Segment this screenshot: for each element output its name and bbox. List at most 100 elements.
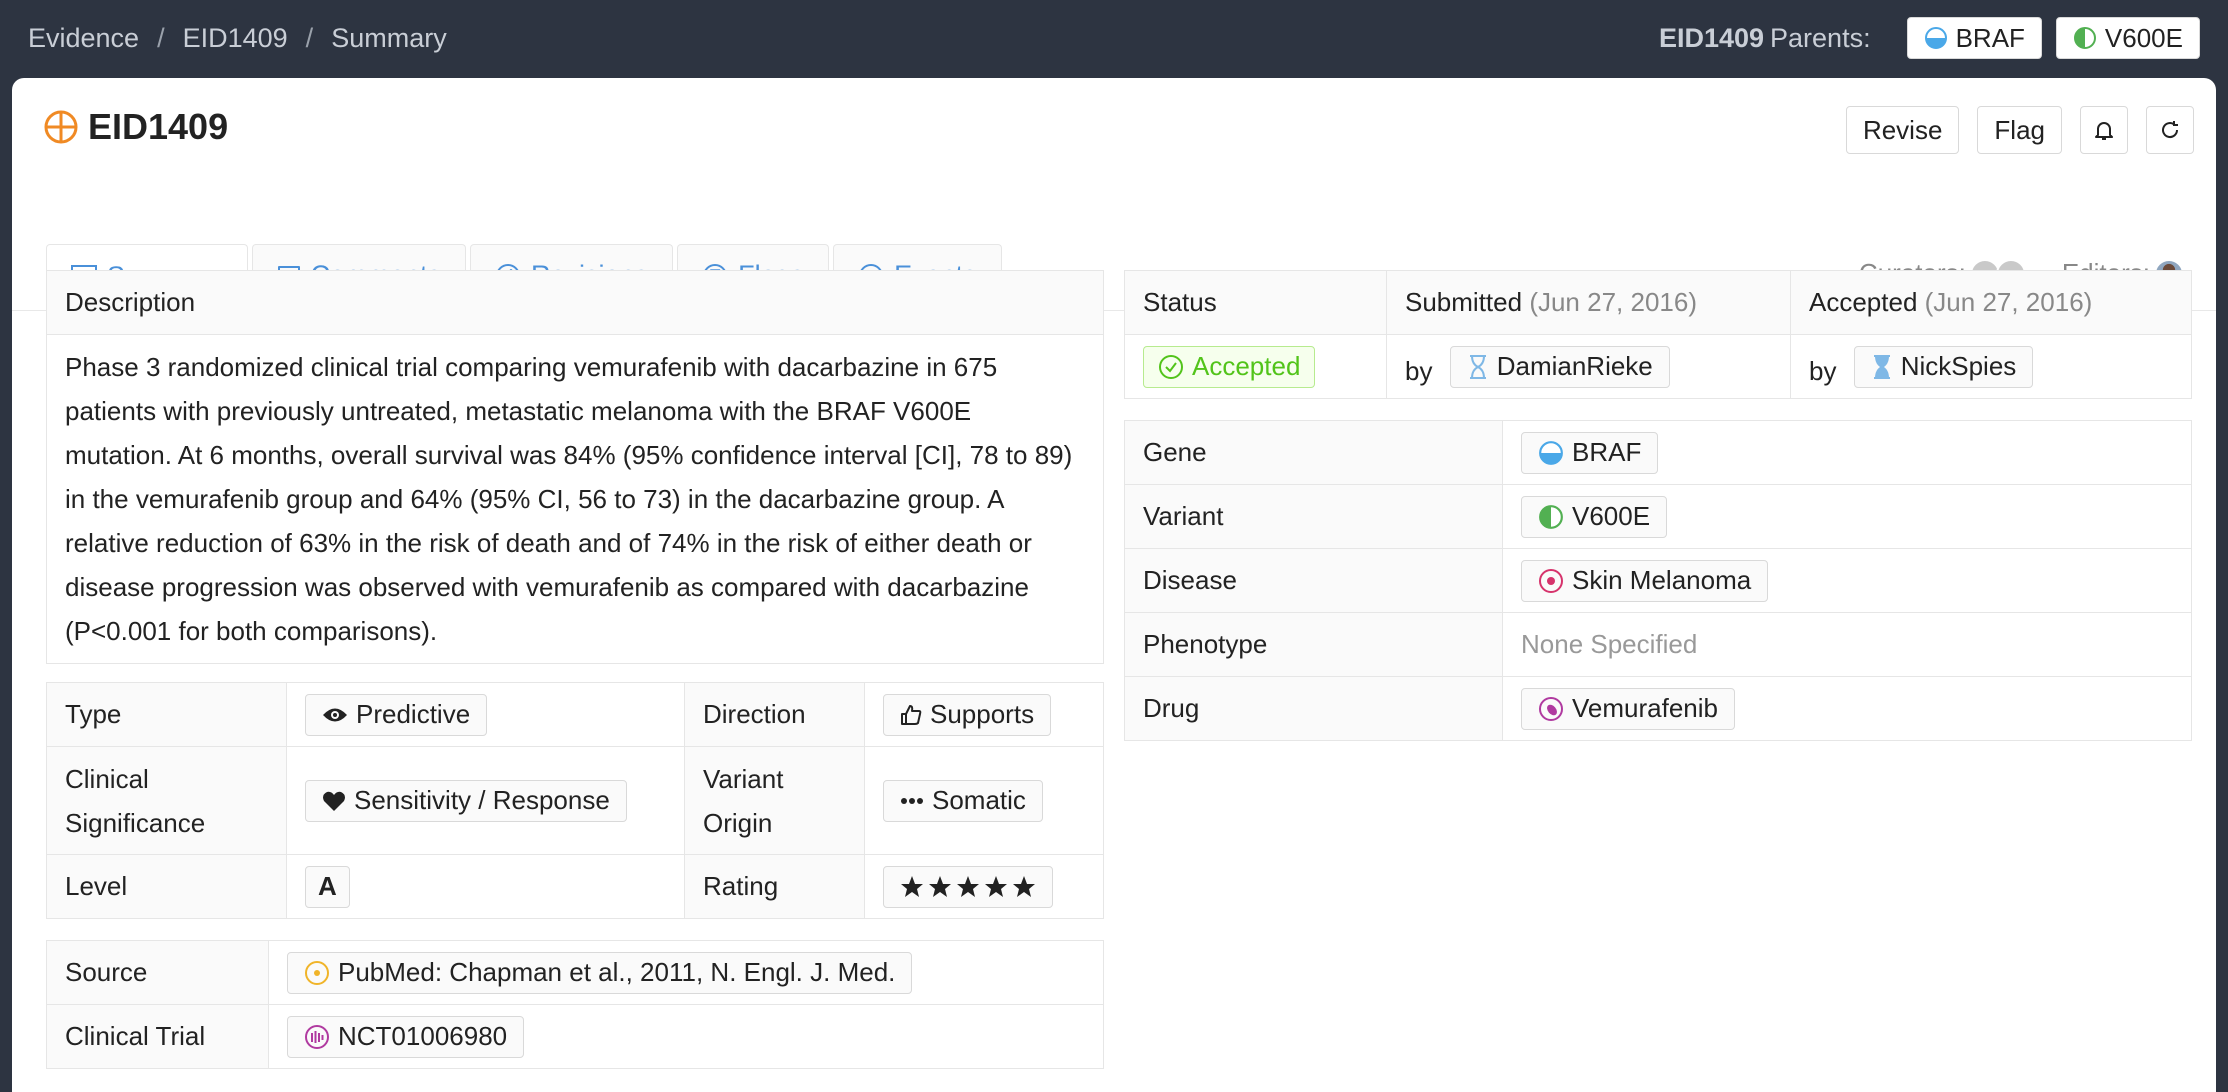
source-tag[interactable]: PubMed: Chapman et al., 2011, N. Engl. J…: [287, 951, 913, 994]
accepter-name: NickSpies: [1900, 351, 2017, 381]
direction-label: Direction: [684, 682, 865, 747]
gene-label: Gene: [1124, 420, 1503, 485]
accepted-label: Accepted: [1809, 287, 1918, 317]
origin-label: Variant Origin: [684, 746, 865, 855]
parent-gene-label: BRAF: [1955, 22, 2025, 53]
type-tag[interactable]: Predictive: [305, 693, 488, 736]
thumbs-up-icon: [900, 704, 922, 726]
description-panel: Description Phase 3 randomized clinical …: [46, 270, 1104, 664]
status-table: Status Submitted (Jun 27, 2016) Accepted…: [1124, 270, 2192, 399]
breadcrumb-eid[interactable]: EID1409: [183, 23, 288, 54]
origin-value: Somatic: [932, 785, 1026, 815]
submitted-label: Submitted: [1405, 287, 1523, 317]
table-row: Level A Rating: [46, 854, 1104, 919]
accepted-by: by: [1809, 355, 1837, 386]
direction-value: Supports: [930, 699, 1035, 729]
table-row: Phenotype None Specified: [1124, 612, 2192, 677]
refresh-button[interactable]: [2146, 106, 2194, 154]
user-icon: [1871, 354, 1893, 380]
significance-label: Clinical Significance: [46, 746, 287, 855]
variant-icon: [1538, 504, 1564, 530]
clinical-trial-icon: [304, 1024, 330, 1050]
gene-tag[interactable]: BRAF: [1521, 431, 1659, 474]
significance-value: Sensitivity / Response: [354, 785, 610, 815]
disease-label: Disease: [1124, 548, 1503, 613]
submitter-name: DamianRieke: [1496, 351, 1653, 381]
eye-icon: [322, 706, 348, 724]
origin-tag[interactable]: Somatic: [883, 779, 1043, 822]
table-row: Clinical Significance Sensitivity / Resp…: [46, 746, 1104, 855]
variant-value: V600E: [1572, 501, 1651, 531]
accepter-tag[interactable]: NickSpies: [1853, 345, 2034, 388]
subscribe-button[interactable]: [2080, 106, 2128, 154]
level-label: Level: [46, 854, 287, 919]
header-actions: Revise Flag: [1845, 106, 2194, 154]
table-row: Accepted by DamianRieke by NickSpies: [1124, 334, 2192, 399]
check-circle-icon: [1158, 354, 1184, 380]
breadcrumb-separator: /: [157, 22, 165, 53]
accepted-date: (Jun 27, 2016): [1924, 287, 2093, 317]
refresh-icon: [2158, 118, 2182, 142]
rating-label: Rating: [684, 854, 865, 919]
variant-icon: [2073, 26, 2097, 50]
evidence-icon: [44, 110, 78, 144]
phenotype-label: Phenotype: [1124, 612, 1503, 677]
title-text: EID1409: [88, 106, 229, 147]
drug-tag[interactable]: Vemurafenib: [1521, 687, 1735, 730]
table-row: Type Predictive Direction Supports: [46, 682, 1104, 747]
direction-tag[interactable]: Supports: [883, 693, 1052, 736]
submitted-date: (Jun 27, 2016): [1529, 287, 1697, 317]
flag-button[interactable]: Flag: [1977, 106, 2062, 154]
level-tag[interactable]: A: [305, 865, 350, 908]
significance-tag[interactable]: Sensitivity / Response: [305, 779, 627, 822]
trial-value: NCT01006980: [338, 1021, 508, 1051]
phenotype-value: None Specified: [1502, 612, 2192, 677]
disease-tag[interactable]: Skin Melanoma: [1521, 559, 1769, 602]
heart-icon: [322, 790, 346, 812]
trial-tag[interactable]: NCT01006980: [287, 1015, 525, 1058]
source-value: PubMed: Chapman et al., 2011, N. Engl. J…: [338, 957, 896, 987]
parents-label: Parents:: [1770, 22, 1871, 53]
drug-value: Vemurafenib: [1572, 693, 1718, 723]
description-text: Phase 3 randomized clinical trial compar…: [65, 352, 1073, 646]
table-row: Source PubMed: Chapman et al., 2011, N. …: [46, 940, 1104, 1005]
type-value: Predictive: [356, 699, 471, 729]
star-icon: [985, 875, 1007, 897]
parent-variant-tag[interactable]: V600E: [2055, 17, 2200, 59]
table-row: Variant V600E: [1124, 484, 2192, 549]
ellipsis-icon: [900, 797, 924, 805]
submitted-by: by: [1405, 355, 1433, 386]
bell-icon: [2092, 118, 2116, 142]
breadcrumb: Evidence / EID1409 / Summary: [28, 23, 447, 54]
breadcrumb-evidence[interactable]: Evidence: [28, 23, 139, 54]
drug-icon: [1538, 696, 1564, 722]
description-label: Description: [47, 271, 1103, 335]
source-table: Source PubMed: Chapman et al., 2011, N. …: [46, 940, 1104, 1069]
table-row: Clinical Trial NCT01006980: [46, 1004, 1104, 1069]
star-icon: [929, 875, 951, 897]
rating-tag[interactable]: [883, 865, 1053, 908]
table-row: Status Submitted (Jun 27, 2016) Accepted…: [1124, 270, 2192, 335]
status-value: Accepted: [1192, 351, 1301, 381]
variant-tag[interactable]: V600E: [1521, 495, 1668, 538]
revise-button[interactable]: Revise: [1845, 106, 1960, 154]
variant-label: Variant: [1124, 484, 1503, 549]
status-badge: Accepted: [1143, 345, 1316, 388]
parent-variant-label: V600E: [2104, 22, 2183, 53]
parent-gene-tag[interactable]: BRAF: [1906, 17, 2042, 59]
submitter-tag[interactable]: DamianRieke: [1449, 345, 1670, 388]
disease-icon: [1538, 568, 1564, 594]
status-label: Status: [1124, 270, 1387, 335]
star-icon: [957, 875, 979, 897]
parents: EID1409 Parents: BRAF V600E: [1659, 17, 2200, 59]
table-row: Gene BRAF: [1124, 420, 2192, 485]
rating-stars: [900, 875, 1036, 899]
parents-eid: EID1409: [1658, 22, 1765, 53]
evidence-header: EID1409 Revise Flag: [44, 106, 2194, 162]
trial-label: Clinical Trial: [46, 1004, 269, 1069]
source-icon: [304, 960, 330, 986]
top-bar: Evidence / EID1409 / Summary EID1409 Par…: [0, 0, 2228, 76]
user-icon: [1467, 354, 1489, 380]
breadcrumb-summary[interactable]: Summary: [331, 23, 447, 54]
evidence-card: EID1409 Revise Flag Summary Comments: [12, 78, 2216, 1092]
